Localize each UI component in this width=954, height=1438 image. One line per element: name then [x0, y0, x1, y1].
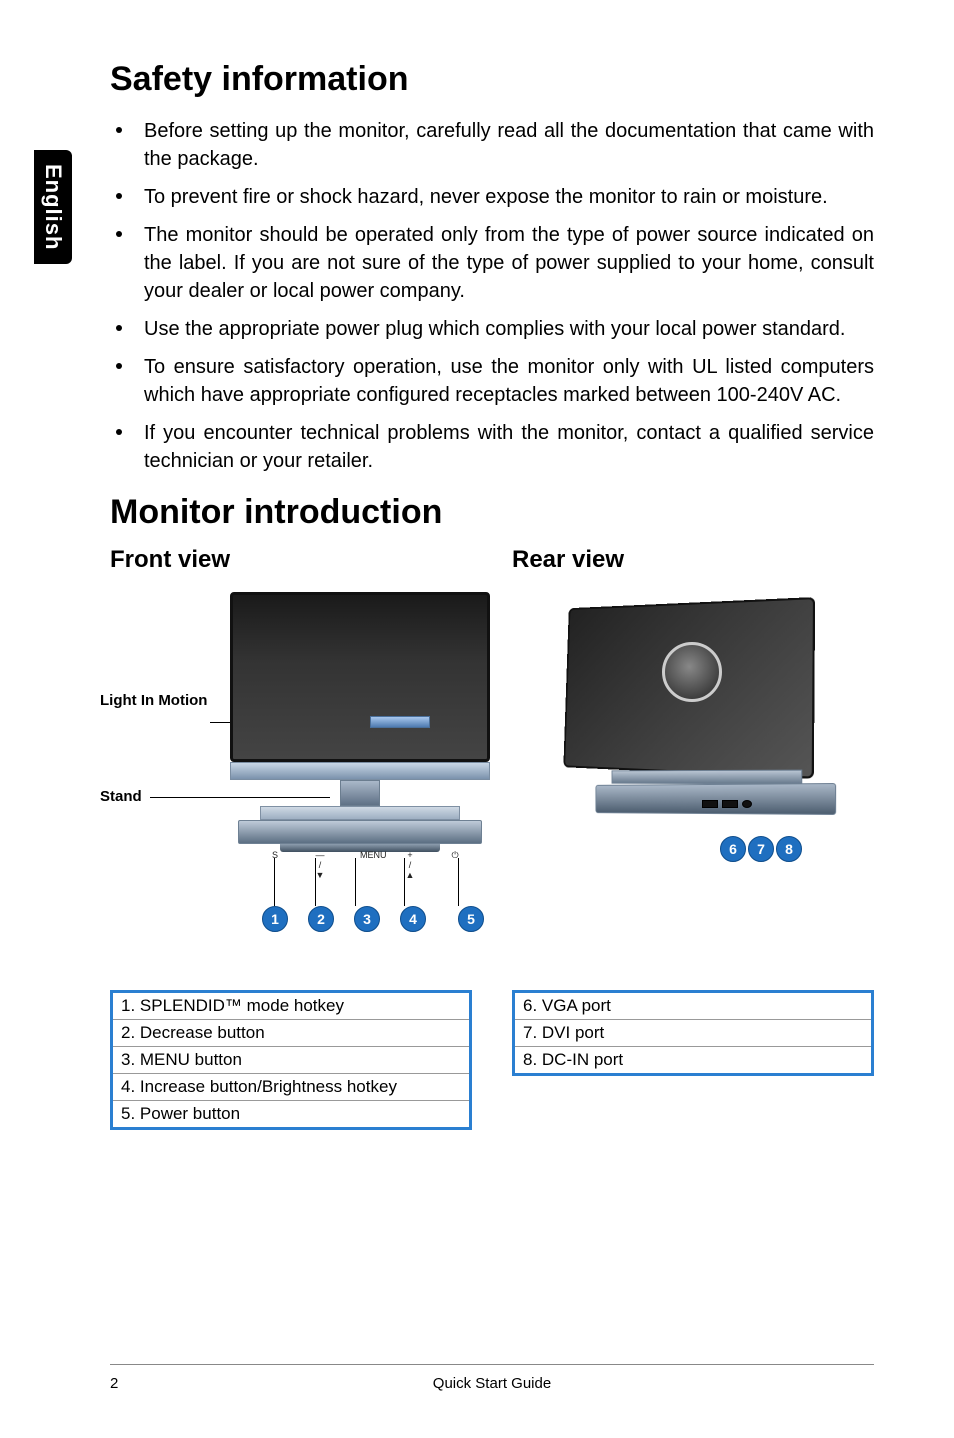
- callout-number: 7: [748, 836, 774, 862]
- front-view-heading: Front view: [110, 546, 472, 574]
- legend-row: 2. Decrease button: [112, 1020, 471, 1047]
- increase-icon: + / ▲: [405, 850, 415, 880]
- decrease-icon: — / ▼: [315, 850, 325, 880]
- rear-base: [595, 783, 836, 815]
- bullet-text: To prevent fire or shock hazard, never e…: [144, 183, 828, 211]
- bullet-text: Before setting up the monitor, carefully…: [144, 117, 874, 173]
- leader-line: [404, 858, 405, 906]
- callout-number: 8: [776, 836, 802, 862]
- callout-number: 2: [308, 906, 334, 932]
- legend-row: 6. VGA port: [514, 992, 873, 1020]
- callout-stand: Stand: [100, 788, 142, 805]
- bullet-icon: [116, 127, 122, 133]
- rear-view-diagram: 6 7 8: [512, 592, 874, 972]
- leader-line: [315, 858, 316, 906]
- rear-stand: [612, 770, 803, 785]
- callout-number: 6: [720, 836, 746, 862]
- callout-number: 5: [458, 906, 484, 932]
- dc-in-port-icon: [742, 800, 752, 808]
- monitor-bezel: [230, 762, 490, 780]
- stand-top: [260, 806, 460, 820]
- front-number-row: 1 2 3 4 5: [262, 906, 484, 932]
- safety-heading: Safety information: [110, 60, 874, 99]
- front-legend-table: 1. SPLENDID™ mode hotkey 2. Decrease but…: [110, 990, 472, 1130]
- legend-row: 1. SPLENDID™ mode hotkey: [112, 992, 471, 1020]
- light-strip: [370, 716, 430, 728]
- legend-row: 5. Power button: [112, 1101, 471, 1129]
- bullet-icon: [116, 325, 122, 331]
- bullet-icon: [116, 193, 122, 199]
- bullet-icon: [116, 363, 122, 369]
- language-tab: English: [34, 150, 72, 264]
- legend-row: 3. MENU button: [112, 1047, 471, 1074]
- monitor-screen: [230, 592, 490, 762]
- front-view-column: Front view Light In Motion Stand S — / ▼…: [110, 546, 472, 1130]
- callout-number: 3: [354, 906, 380, 932]
- bullet-text: Use the appropriate power plug which com…: [144, 315, 845, 343]
- menu-icon: MENU: [360, 850, 370, 880]
- page-number: 2: [110, 1375, 150, 1392]
- front-view-diagram: Light In Motion Stand S — / ▼ MENU + / ▲…: [110, 592, 472, 972]
- stand-mid: [238, 820, 482, 844]
- vga-port-icon: [702, 800, 718, 808]
- legend-row: 8. DC-IN port: [514, 1047, 873, 1075]
- intro-heading: Monitor introduction: [110, 493, 874, 532]
- rear-view-heading: Rear view: [512, 546, 874, 574]
- rear-number-row: 6 7 8: [720, 836, 802, 862]
- bullet-text: To ensure satisfactory operation, use th…: [144, 353, 874, 409]
- page-footer: 2 Quick Start Guide: [0, 1364, 954, 1392]
- splendid-icon: S: [270, 850, 280, 880]
- callout-line: [150, 797, 330, 798]
- callout-light-in-motion: Light In Motion: [100, 692, 207, 709]
- bullet-text: The monitor should be operated only from…: [144, 221, 874, 305]
- monitor-neck: [340, 780, 380, 806]
- leader-line: [355, 858, 356, 906]
- leader-line: [274, 858, 275, 906]
- callout-number: 4: [400, 906, 426, 932]
- bullet-icon: [116, 231, 122, 237]
- dvi-port-icon: [722, 800, 738, 808]
- brand-logo-icon: [662, 642, 722, 702]
- bullet-icon: [116, 429, 122, 435]
- rear-view-column: Rear view 6 7 8: [512, 546, 874, 1130]
- callout-number: 1: [262, 906, 288, 932]
- leader-line: [458, 858, 459, 906]
- rear-legend-table: 6. VGA port 7. DVI port 8. DC-IN port: [512, 990, 874, 1076]
- footer-title: Quick Start Guide: [150, 1375, 834, 1392]
- rear-ports: [702, 800, 752, 808]
- legend-row: 4. Increase button/Brightness hotkey: [112, 1074, 471, 1101]
- legend-row: 7. DVI port: [514, 1020, 873, 1047]
- front-button-row: S — / ▼ MENU + / ▲ ⏻: [270, 850, 460, 880]
- safety-bullet-list: Before setting up the monitor, carefully…: [110, 117, 874, 475]
- bullet-text: If you encounter technical problems with…: [144, 419, 874, 475]
